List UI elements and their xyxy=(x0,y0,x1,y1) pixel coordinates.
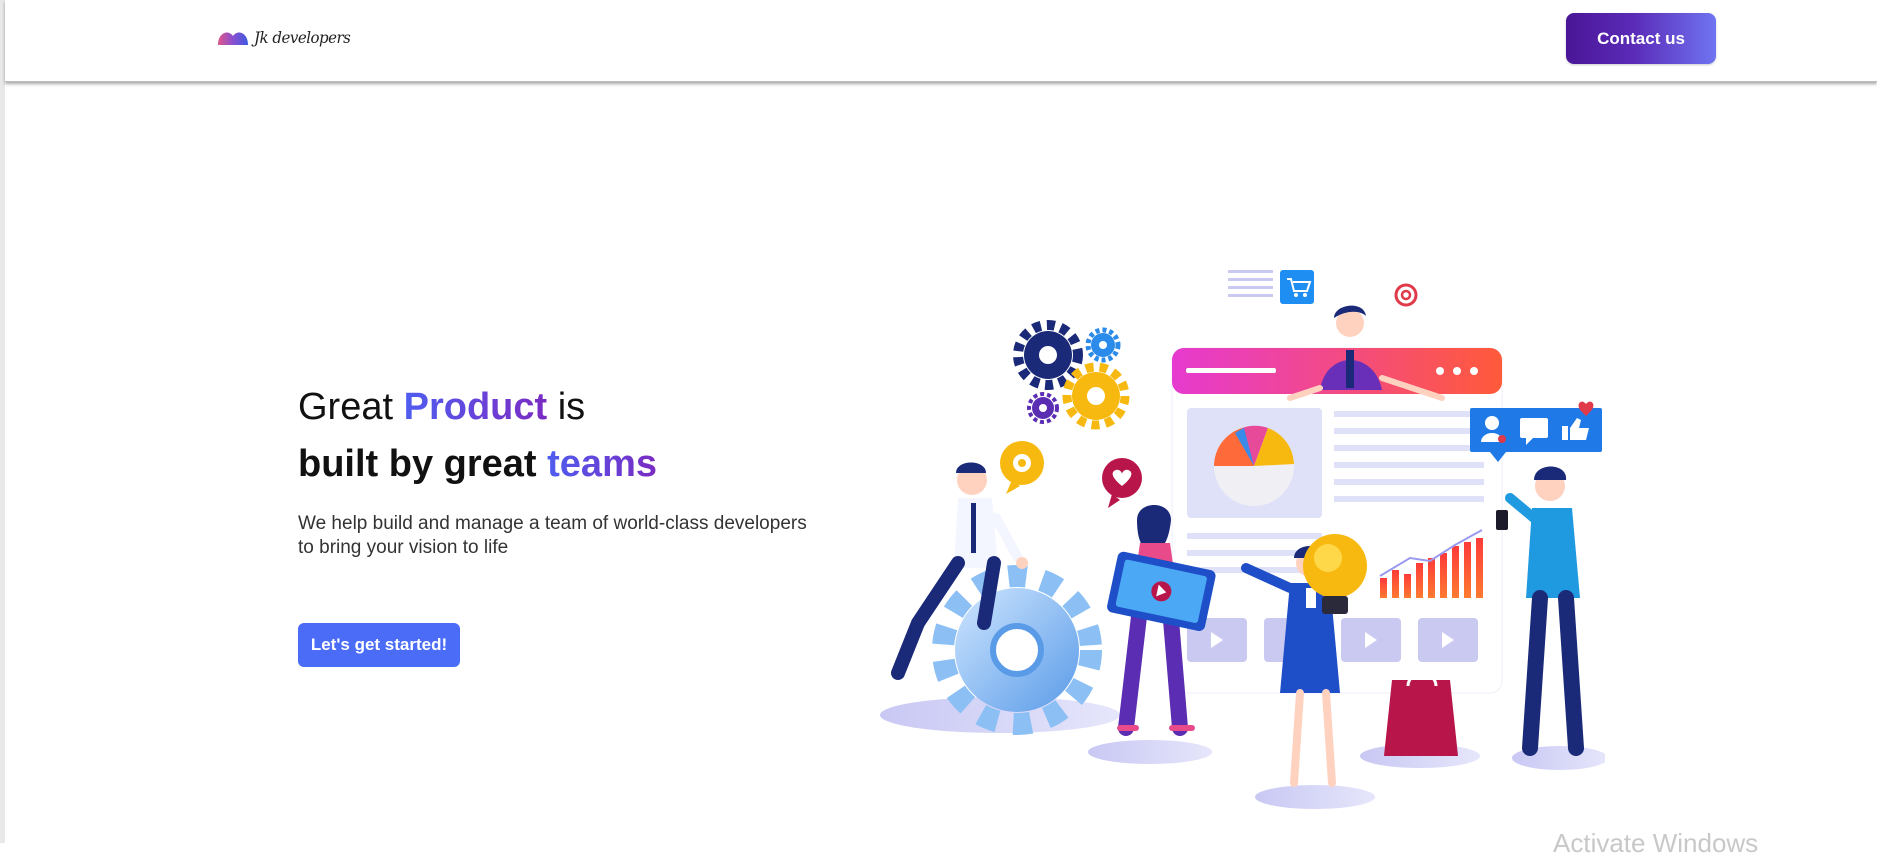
thumbs-up-icon xyxy=(1562,426,1568,440)
logo-text: Jk developers xyxy=(254,28,351,48)
hero-title-line-2: built by great teams xyxy=(298,440,657,488)
site-logo[interactable]: Jk developers xyxy=(216,25,351,51)
hero-title-line-1: Great Product is xyxy=(298,383,585,431)
chat-icon xyxy=(1520,418,1548,438)
heart-icon xyxy=(1102,458,1142,508)
get-started-button[interactable]: Let's get started! xyxy=(298,623,460,667)
user-icon xyxy=(1485,416,1499,430)
hero-subtitle: We help build and manage a team of world… xyxy=(298,512,878,560)
hero-title-1-pre: Great xyxy=(298,386,404,428)
hero-title-2-pre: built by great xyxy=(298,443,548,485)
hero-subtitle-line-1: We help build and manage a team of world… xyxy=(298,513,807,534)
pie-chart-icon xyxy=(1214,425,1294,506)
hero-title-1-accent: Product xyxy=(403,386,548,428)
hero-title-1-post: is xyxy=(547,386,586,428)
top-navbar: Jk developers Contact us xyxy=(5,0,1877,82)
gear-bubble xyxy=(1000,441,1044,494)
person-phone xyxy=(1496,466,1584,756)
logo-mark-icon xyxy=(218,32,248,45)
at-sign-icon xyxy=(1385,275,1427,313)
window-frame-edge xyxy=(0,0,5,843)
hero-subtitle-line-2: to bring your vision to life xyxy=(298,537,509,558)
activate-windows-watermark: Activate Windows xyxy=(1553,828,1759,858)
browser-window xyxy=(1171,347,1503,694)
hero-title-2-accent: teams xyxy=(547,443,657,485)
gear-icon xyxy=(1013,320,1130,430)
team-illustration xyxy=(880,258,1605,809)
cart-card xyxy=(1215,258,1327,308)
shopping-bag-icon xyxy=(1384,672,1458,756)
contact-us-button[interactable]: Contact us xyxy=(1566,13,1716,64)
